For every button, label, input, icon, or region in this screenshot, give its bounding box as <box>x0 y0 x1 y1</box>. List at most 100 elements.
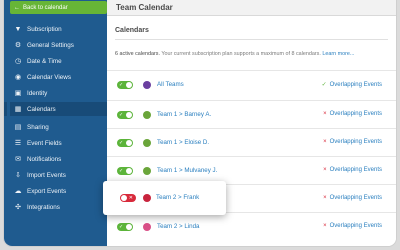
overlapping-events-status[interactable]: × Overlapping Events <box>323 195 382 201</box>
status-label: Overlapping Events <box>329 82 382 88</box>
sidebar-item-export-events[interactable]: ☁ Export Events <box>10 184 107 198</box>
sidebar-item-identity[interactable]: ▣ Identity <box>10 86 107 100</box>
sidebar-item-label: Date & Time <box>27 57 62 65</box>
status-label: Overlapping Events <box>329 195 382 201</box>
calendar-name[interactable]: Team 2 > Frank <box>156 194 199 201</box>
calendar-limit-info: 6 active calendars. Your current subscri… <box>115 51 354 57</box>
active-count: 6 active calendars. <box>115 51 160 57</box>
check-icon: ✓ <box>119 168 124 174</box>
status-label: Overlapping Events <box>329 139 382 145</box>
calendar-name[interactable]: Team 2 > Linda <box>157 223 199 230</box>
calendar-toggle[interactable]: ✓ <box>117 139 133 147</box>
sidebar-item-notifications[interactable]: ✉ Notifications <box>10 152 107 166</box>
check-icon: ✓ <box>321 82 327 88</box>
sidebar-item-label: Notifications <box>27 155 62 163</box>
learn-more-link[interactable]: Learn more... <box>322 51 354 57</box>
sidebar: ← Back to calendar ▼ Subscription ⚙ Gene… <box>4 0 107 246</box>
calendar-name[interactable]: All Teams <box>157 81 184 88</box>
back-to-calendar-button[interactable]: ← Back to calendar <box>10 1 107 14</box>
close-icon: × <box>323 139 327 145</box>
sidebar-item-label: Identity <box>27 89 48 97</box>
overlapping-events-status[interactable]: × Overlapping Events <box>323 139 382 145</box>
calendar-toggle[interactable]: ✓ <box>117 81 133 89</box>
overlapping-events-status[interactable]: ✓ Overlapping Events <box>322 81 382 88</box>
sidebar-item-integrations[interactable]: ✣ Integrations <box>10 200 107 214</box>
close-icon: × <box>323 223 327 229</box>
page-header: Team Calendar <box>107 0 396 16</box>
sidebar-item-calendar-views[interactable]: ◉ Calendar Views <box>10 70 107 84</box>
close-icon: × <box>323 195 327 201</box>
sidebar-item-label: Event Fields <box>27 139 62 147</box>
sidebar-item-label: Subscription <box>27 25 62 33</box>
toggle-knob <box>126 112 132 118</box>
sidebar-item-label: Export Events <box>27 187 67 195</box>
overlapping-events-status[interactable]: × Overlapping Events <box>323 223 382 229</box>
overlapping-events-status[interactable]: × Overlapping Events <box>323 111 382 117</box>
eye-icon: ◉ <box>14 74 22 81</box>
sidebar-item-label: Calendars <box>27 105 56 113</box>
calendar-row: ✓ Team 1 > Barney A. × Overlapping Events <box>107 100 396 129</box>
toggle-knob <box>126 224 132 230</box>
arrow-left-icon: ← <box>14 4 20 11</box>
sidebar-item-general-settings[interactable]: ⚙ General Settings <box>10 38 107 52</box>
sidebar-item-label: Integrations <box>27 203 60 211</box>
check-icon: ✓ <box>119 82 124 88</box>
highlighted-calendar-row: ✕ Team 2 > Frank <box>103 181 226 215</box>
sidebar-item-calendars[interactable]: ▦ Calendars <box>4 102 107 116</box>
calendar-color-dot <box>143 81 151 89</box>
share-icon: ▤ <box>14 124 22 131</box>
calendar-color-dot <box>143 223 151 231</box>
calendar-name[interactable]: Team 1 > Barney A. <box>157 111 211 118</box>
sidebar-item-label: General Settings <box>27 41 74 49</box>
calendar-name[interactable]: Team 1 > Mulvaney J. <box>157 167 217 174</box>
chat-icon: ✉ <box>15 156 21 163</box>
calendar-color-dot <box>143 111 151 119</box>
calendar-toggle[interactable]: ✓ <box>117 167 133 175</box>
calendar-name[interactable]: Team 1 > Eloise D. <box>157 139 209 146</box>
toggle-knob <box>121 195 127 201</box>
calendar-row: ✓ Team 1 > Eloise D. × Overlapping Events <box>107 128 396 157</box>
puzzle-icon: ✣ <box>15 204 21 211</box>
sidebar-item-event-fields[interactable]: ☰ Event Fields <box>10 136 107 150</box>
toggle-knob <box>126 168 132 174</box>
sidebar-item-label: Sharing <box>27 123 49 131</box>
calendar-color-dot <box>143 194 151 202</box>
divider <box>115 39 388 40</box>
sidebar-item-label: Import Events <box>27 171 66 179</box>
calendar-toggle-off[interactable]: ✕ <box>120 194 136 202</box>
toggle-knob <box>126 140 132 146</box>
overlapping-events-status[interactable]: × Overlapping Events <box>323 167 382 173</box>
app-window: ← Back to calendar ▼ Subscription ⚙ Gene… <box>4 0 396 246</box>
back-label: Back to calendar <box>23 4 68 11</box>
close-icon: × <box>323 167 327 173</box>
toggle-knob <box>126 82 132 88</box>
cloud-icon: ☁ <box>14 188 22 195</box>
calendar-row: ✓ All Teams ✓ Overlapping Events <box>107 70 396 99</box>
calendar-icon: ▦ <box>14 106 22 113</box>
gear-icon: ⚙ <box>14 42 22 49</box>
sidebar-item-subscription[interactable]: ▼ Subscription <box>10 22 107 36</box>
section-title: Calendars <box>115 27 149 34</box>
calendar-color-dot <box>143 167 151 175</box>
status-label: Overlapping Events <box>329 111 382 117</box>
plan-text: Your current subscription plan supports … <box>159 51 321 57</box>
id-card-icon: ▣ <box>14 90 22 97</box>
sidebar-item-label: Calendar Views <box>27 73 71 81</box>
page-title: Team Calendar <box>116 3 173 12</box>
clock-icon: ◷ <box>14 58 22 65</box>
check-icon: ✓ <box>119 140 124 146</box>
calendar-color-dot <box>143 139 151 147</box>
status-label: Overlapping Events <box>329 223 382 229</box>
close-icon: × <box>323 111 327 117</box>
status-label: Overlapping Events <box>329 167 382 173</box>
calendar-toggle[interactable]: ✓ <box>117 111 133 119</box>
sidebar-item-date-time[interactable]: ◷ Date & Time <box>10 54 107 68</box>
calendar-toggle[interactable]: ✓ <box>117 223 133 231</box>
funnel-icon: ▼ <box>14 25 22 33</box>
sidebar-item-import-events[interactable]: ⇩ Import Events <box>10 168 107 182</box>
sidebar-item-sharing[interactable]: ▤ Sharing <box>10 120 107 134</box>
list-icon: ☰ <box>14 140 22 147</box>
import-icon: ⇩ <box>15 172 21 179</box>
check-icon: ✓ <box>119 112 124 118</box>
close-icon: ✕ <box>128 195 133 201</box>
